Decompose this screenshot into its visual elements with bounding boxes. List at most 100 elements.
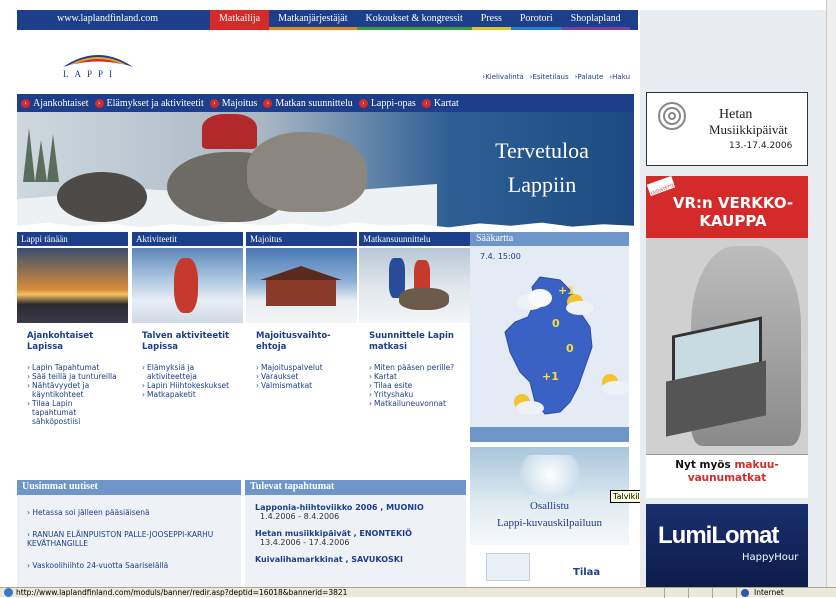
column-title[interactable]: Suunnittele Lapin matkasi <box>359 323 470 363</box>
vr-ad[interactable]: UUDISTETTU VR:n VERKKO- KAUPPA Nyt myös … <box>646 176 808 498</box>
tilaa-ad[interactable]: Tilaa <box>470 547 629 587</box>
news-header: Uusimmat uutiset <box>17 480 241 495</box>
tilaa-label: Tilaa <box>573 567 601 578</box>
column-title[interactable]: Ajankohtaiset Lapissa <box>17 323 128 363</box>
weather-header: Sääkartta <box>470 232 629 246</box>
husky-image <box>247 132 367 212</box>
list-item[interactable]: › Sää teillä ja tuntureilla <box>27 372 118 381</box>
event-title[interactable]: Kuivalihamarkkinat , SAVUKOSKI <box>255 555 456 564</box>
status-url: http://www.laplandfinland.com/moduls/ban… <box>16 588 348 597</box>
ice-climbing-image[interactable] <box>132 248 243 323</box>
arrow-icon: › <box>209 98 219 108</box>
top-nav: Matkailija Matkanjärjestäjät Kokoukset &… <box>210 10 630 30</box>
list-item[interactable]: › Tilaa esite <box>369 381 460 390</box>
ad-line: Lappi-kuvauskilpailuun <box>496 517 603 529</box>
arrow-icon: › <box>421 98 431 108</box>
list-item[interactable]: › Nähtävyydet ja käyntikohteet <box>27 381 118 399</box>
hetan-ad[interactable]: Hetan Musiikkipäivät 13.-17.4.2006 <box>646 92 808 166</box>
column-header[interactable]: Lappi tänään <box>17 232 128 246</box>
lumilomat-ad[interactable]: LumiLomat HappyHour <box>646 504 808 587</box>
list-item[interactable]: › Yrityshaku <box>369 390 460 399</box>
column-header[interactable]: Aktiviteetit <box>132 232 243 246</box>
arrow-icon: › <box>358 98 368 108</box>
topnav-press[interactable]: Press <box>471 10 511 30</box>
temp-label: 0 <box>566 342 574 355</box>
temp-label: 0 <box>552 317 560 330</box>
topnav-matkailija[interactable]: Matkailija <box>210 10 270 30</box>
mainnav-kartat[interactable]: › Kartat <box>421 98 459 109</box>
status-cell <box>688 587 712 598</box>
vertical-scrollbar[interactable] <box>826 0 836 587</box>
topnav-porotori[interactable]: Porotori <box>510 10 562 30</box>
news-item[interactable]: › Hetassa soi jälleen pääsiäisenä <box>27 508 231 517</box>
column-title[interactable]: Majoitusvaihto- ehtoja <box>246 323 357 363</box>
list-item[interactable]: › Elämyksiä ja aktiviteetteja <box>142 363 233 381</box>
column-majoitus: Majoitus Majoitusvaihto- ehtoja › Majoitu… <box>246 232 357 467</box>
list-item[interactable]: › Matkailuneuvonnat <box>369 399 460 408</box>
weather-time: 7.4. 15:00 <box>480 252 521 261</box>
lodge-image[interactable] <box>246 248 357 323</box>
spiral-icon <box>658 102 686 130</box>
event-title[interactable]: Hetan musiikkipäivät , ENONTEKIÖ <box>255 529 456 538</box>
util-link-palaute[interactable]: ›Palaute <box>575 73 604 81</box>
arrow-icon: › <box>21 98 30 108</box>
list-item[interactable]: › Lapin Hiihtokeskukset <box>142 381 233 390</box>
column-matkansuunnittelu: Matkansuunnittelu Suunnittele Lapin matk… <box>359 232 470 467</box>
husky-image <box>57 172 147 222</box>
topnav-kokoukset[interactable]: Kokoukset & kongressit <box>356 10 472 30</box>
vr-ad-tagline: Nyt myös makuu- vaunumatkat <box>675 459 779 484</box>
news-item[interactable]: › RANUAN ELÄINPUISTON PALLE-JOOSEPPI-KAR… <box>27 530 231 548</box>
arrow-icon: › <box>94 98 104 108</box>
event-item[interactable]: Kuivalihamarkkinat , SAVUKOSKI <box>255 555 456 564</box>
event-item[interactable]: Hetan musiikkipäivät , ENONTEKIÖ 13.4.20… <box>255 529 456 547</box>
sunset-image[interactable] <box>17 248 128 323</box>
column-title[interactable]: Talven aktiviteetit Lapissa <box>132 323 243 363</box>
site-url-link[interactable]: www.laplandfinland.com <box>57 13 158 24</box>
mainnav-ajankohtaiset[interactable]: › Ajankohtaiset <box>21 98 89 109</box>
status-bar: http://www.laplandfinland.com/moduls/ban… <box>0 587 836 598</box>
temp-label: +1 <box>558 284 575 297</box>
sun-cloud-icon <box>602 374 630 395</box>
events-header: Tulevat tapahtumat <box>245 480 466 495</box>
list-item[interactable]: › Kartat <box>369 372 460 381</box>
topnav-matkanjarjestajat[interactable]: Matkanjärjestäjät <box>269 10 357 30</box>
mainnav-elamykset[interactable]: › Elämykset ja aktiviteetit <box>94 98 204 109</box>
list-item[interactable]: › Valmismatkat <box>256 381 347 390</box>
photo-contest-ad[interactable]: Osallistu Lappi-kuvauskilpailuun <box>470 447 629 545</box>
status-cell <box>664 587 688 598</box>
sun-cloud-icon <box>566 294 594 315</box>
mainnav-matkan-suunnittelu[interactable]: › Matkan suunnittelu <box>263 98 353 109</box>
list-item[interactable]: › Matkapaketit <box>142 390 233 399</box>
column-header[interactable]: Majoitus <box>246 232 357 246</box>
trees-image <box>23 128 59 182</box>
vr-ad-title: VR:n VERKKO- KAUPPA <box>672 194 794 230</box>
ie-page-icon <box>4 588 13 597</box>
topnav-shoplapland[interactable]: Shoplapland <box>561 10 630 30</box>
ad-sub: HappyHour <box>742 552 799 563</box>
event-title[interactable]: Lapponia-hiihtoviikko 2006 , MUONIO <box>255 503 456 512</box>
column-header[interactable]: Matkansuunnittelu <box>359 232 470 246</box>
list-item[interactable]: › Majoituspalvelut <box>256 363 347 372</box>
hero-banner: Tervetuloa Lappiin <box>17 112 634 229</box>
lapland-map-icon: +1 0 0 +1 <box>504 276 630 415</box>
sled-rider-image <box>202 114 257 149</box>
mainnav-lappi-opas[interactable]: › Lappi-opas <box>358 98 416 109</box>
util-link-kielivalinta[interactable]: ›Kielivalinta <box>482 73 523 81</box>
util-link-haku[interactable]: ›Haku <box>609 73 630 81</box>
util-link-esitetilaus[interactable]: ›Esitetilaus <box>530 73 569 81</box>
temp-label: +1 <box>542 370 559 383</box>
mainnav-majoitus[interactable]: › Majoitus <box>209 98 257 109</box>
utility-links: ›Kielivalinta ›Esitetilaus ›Palaute ›Hak… <box>482 73 630 81</box>
list-item[interactable]: › Miten pääsen perille? <box>369 363 460 372</box>
weather-map-panel[interactable]: Sääkartta 7.4. 15:00 +1 0 0 +1 <box>470 232 630 442</box>
column-aktiviteetit: Aktiviteetit Talven aktiviteetit Lapissa… <box>132 232 243 467</box>
globe-icon <box>741 588 749 597</box>
list-item[interactable]: › Tilaa Lapin tapahtumat sähköpostiisi <box>27 399 118 426</box>
weather-footer <box>470 427 629 442</box>
event-item[interactable]: Lapponia-hiihtoviikko 2006 , MUONIO 1.4.… <box>255 503 456 521</box>
news-item[interactable]: › Vaskoolihiihto 24-vuotta Saariselällä <box>27 561 231 570</box>
list-item[interactable]: › Lapin Tapahtumat <box>27 363 118 372</box>
list-item[interactable]: › Varaukset <box>256 372 347 381</box>
main-nav: › Ajankohtaiset › Elämykset ja aktiviteeti… <box>17 94 634 112</box>
reindeer-image[interactable] <box>359 248 470 323</box>
